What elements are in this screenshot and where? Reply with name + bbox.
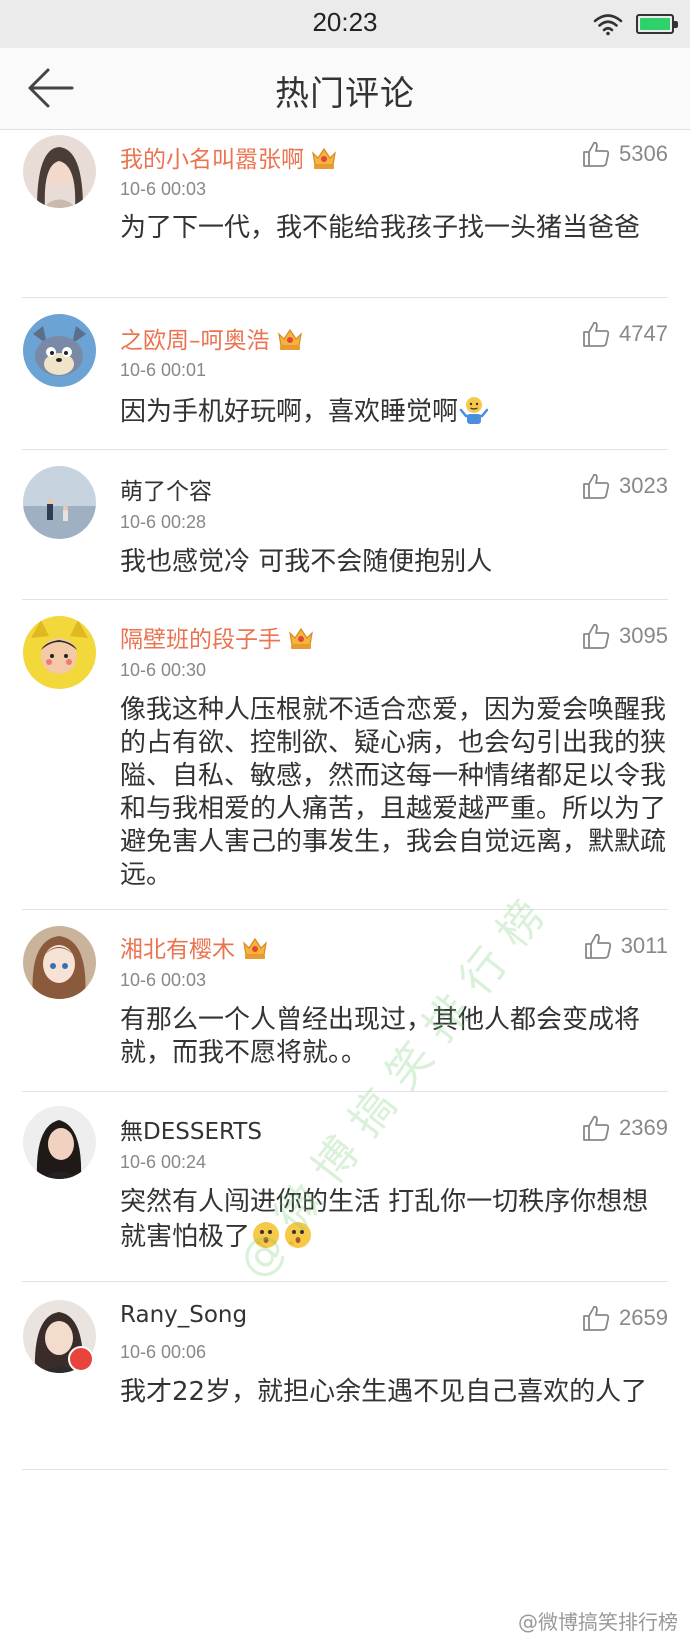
comment-text: 我才22岁，就担心余生遇不见自己喜欢的人了 [120,1377,648,1407]
username[interactable]: 無DESSERTS [120,1112,262,1146]
vip-crown-icon [277,328,302,350]
like-button[interactable]: 5306 [581,138,668,170]
like-button[interactable]: 3023 [581,470,668,502]
comment-timestamp: 10-6 00:30 [120,660,207,680]
like-count: 3011 [620,933,668,958]
comment-timestamp: 10-6 00:03 [120,970,207,990]
comment-timestamp: 10-6 00:03 [120,179,207,199]
thinking-emoji-icon [285,1222,312,1248]
avatar[interactable] [23,466,96,539]
username[interactable]: Rany_Song [120,1302,247,1328]
comment-item: 我的小名叫嚣张啊 10-6 00:03 为了下一代，我不能给我孩子找一头猪当爸爸… [0,130,690,298]
vip-crown-icon [243,937,267,959]
avatar[interactable] [23,1106,96,1179]
comment-item: 萌了个容 10-6 00:28 我也感觉冷 可我不会随便抱别人 3023 [0,450,690,600]
vip-crown-icon [312,147,336,169]
status-time: 20:23 [312,7,378,37]
comment-text-content: 突然有人闯进你的生活 打乱你一切秩序你想想就害怕极了 [120,1187,649,1252]
like-count: 3095 [619,623,668,648]
page-title: 热门评论 [275,74,415,114]
username[interactable]: 萌了个容 [120,472,212,506]
comment-item: Rany_Song 10-6 00:06 我才22岁，就担心余生遇不见自己喜欢的… [0,1282,690,1470]
username[interactable]: 我的小名叫嚣张啊 [120,140,338,174]
like-count: 4747 [619,321,668,346]
like-button[interactable]: 4747 [581,318,668,350]
comment-item: 之欧周–呵奥浩 10-6 00:01 因为手机好玩啊，喜欢睡觉啊 4747 [0,298,690,450]
thumbs-up-icon [583,321,610,347]
footer-watermark: @微博搞笑排行榜 [518,1610,678,1634]
like-button[interactable]: 2369 [581,1112,668,1144]
avatar[interactable] [23,926,96,999]
comment-item: 無DESSERTS 10-6 00:24 突然有人闯进你的生活 打乱你一切秩序你… [0,1092,690,1282]
comment-text-content: 因为手机好玩啊，喜欢睡觉啊 [120,397,459,427]
comment-text: 突然有人闯进你的生活 打乱你一切秩序你想想就害怕极了 [120,1186,670,1254]
battery-icon [636,14,678,34]
verified-badge [68,1346,94,1372]
comment-text: 因为手机好玩啊，喜欢睡觉啊 [120,394,670,429]
thumbs-up-icon [583,473,610,499]
divider [22,1469,668,1470]
avatar[interactable] [23,616,96,689]
comment-timestamp: 10-6 00:24 [120,1152,207,1172]
like-button[interactable]: 3095 [581,620,668,652]
thumbs-up-icon [583,141,610,167]
like-button[interactable]: 2659 [581,1302,668,1334]
wifi-icon [593,14,623,36]
like-count: 5306 [619,141,668,166]
like-count: 2369 [619,1115,668,1140]
avatar[interactable] [23,135,96,208]
username[interactable]: 隔壁班的段子手 [120,620,315,654]
shrug-emoji-icon [459,397,489,424]
comment-item: 隔壁班的段子手 10-6 00:30 像我这种人压根就不适合恋爱，因为爱会唤醒我… [0,600,690,910]
thumbs-up-icon [583,623,610,649]
comment-text: 我也感觉冷 可我不会随便抱别人 [120,547,493,577]
comment-text: 像我这种人压根就不适合恋爱，因为爱会唤醒我的占有欲、控制欲、疑心病，也会勾引出我… [120,695,667,890]
like-count: 2659 [619,1305,668,1330]
like-button[interactable]: 3011 [583,930,668,962]
avatar[interactable] [23,314,96,387]
nav-bar: 热门评论 [0,48,690,130]
comment-timestamp: 10-6 00:28 [120,512,207,532]
thinking-emoji-icon [253,1222,280,1248]
like-count: 3023 [619,473,668,498]
thumbs-up-icon [583,1305,610,1331]
username[interactable]: 湘北有樱木 [120,930,269,964]
comment-timestamp: 10-6 00:06 [120,1342,207,1362]
thumbs-up-icon [583,1115,610,1141]
vip-crown-icon [289,627,313,649]
comment-text: 有那么一个人曾经出现过，其他人都会变成将就，而我不愿将就。。 [120,1005,641,1068]
status-bar: 20:23 [0,0,690,48]
comment-item: 湘北有樱木 10-6 00:03 有那么一个人曾经出现过，其他人都会变成将就，而… [0,910,690,1092]
comment-timestamp: 10-6 00:01 [120,360,207,380]
comment-text: 为了下一代，我不能给我孩子找一头猪当爸爸 [120,213,641,243]
username[interactable]: 之欧周–呵奥浩 [120,321,304,355]
thumbs-up-icon [584,933,611,959]
